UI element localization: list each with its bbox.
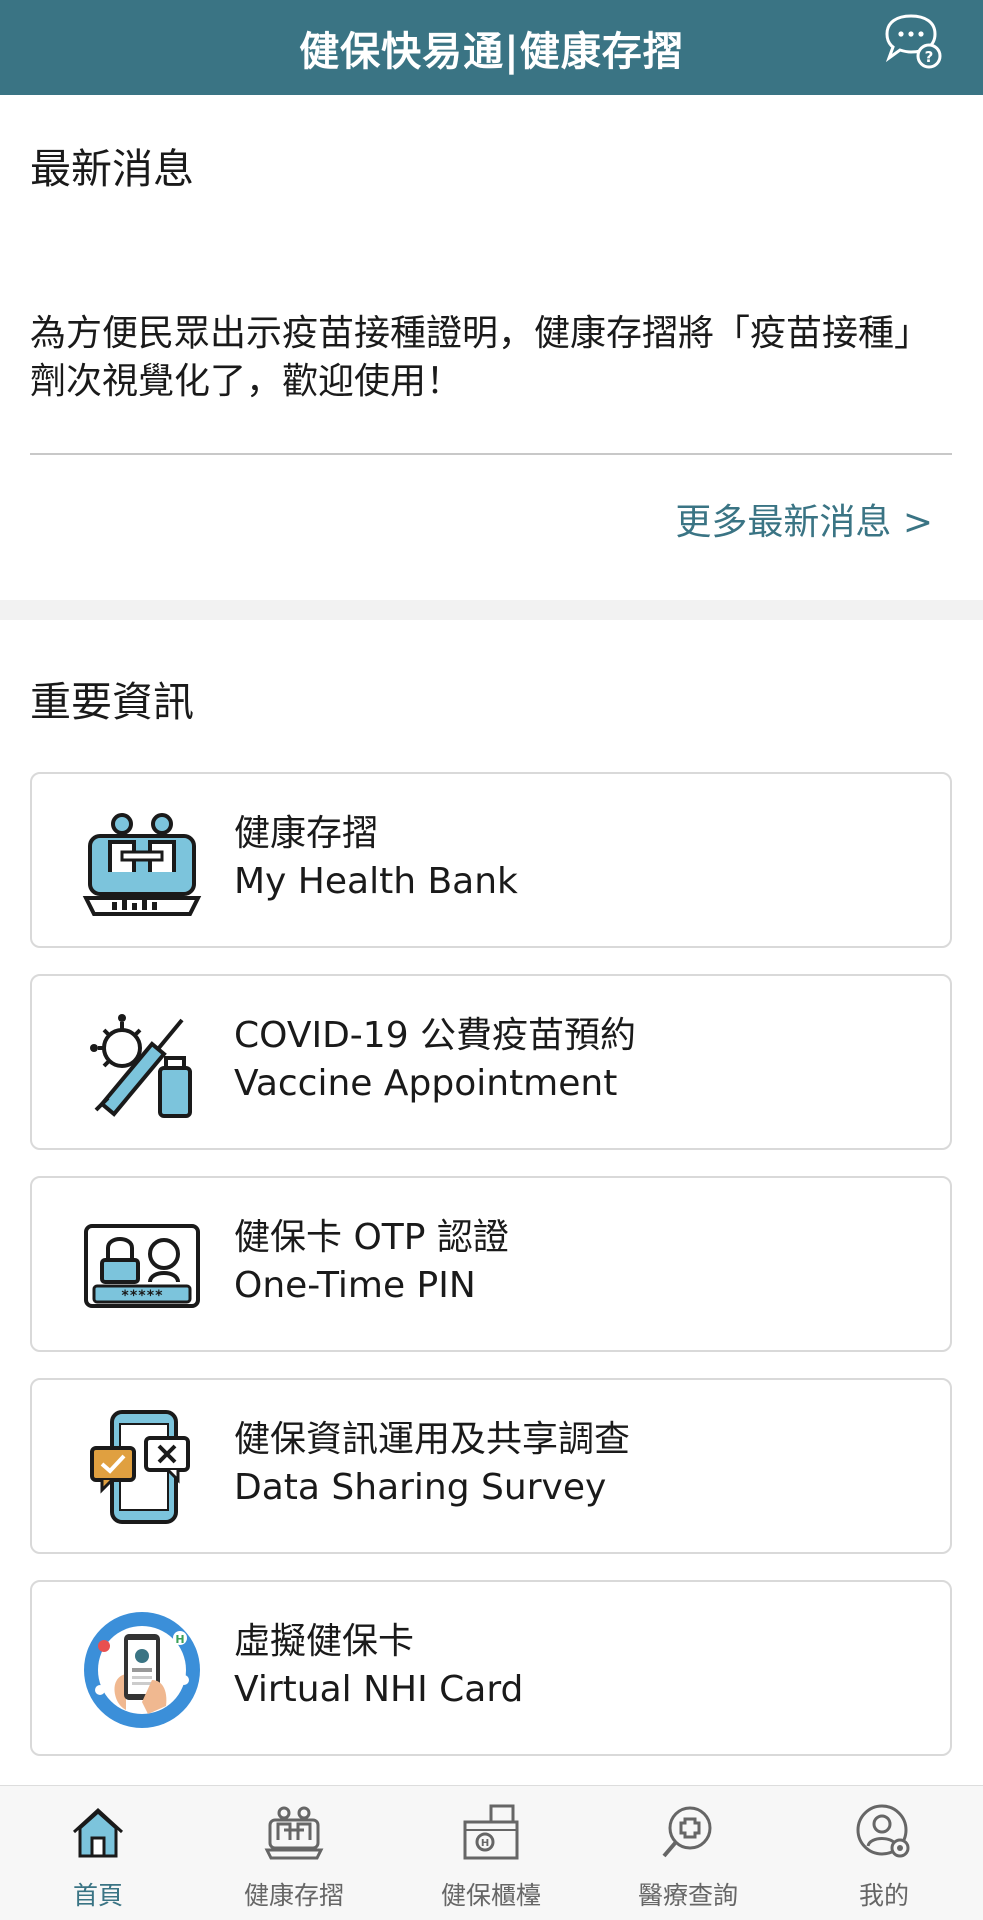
card-virtual-nhi-card[interactable]: H 虛擬健保卡 Virtual NHI Card (30, 1580, 952, 1756)
otp-lock-icon: ***** (82, 1206, 202, 1326)
counter-icon: H (461, 1802, 521, 1862)
news-section: 最新消息 為方便民眾出示疫苗接種證明，健康存摺將「疫苗接種」劑次視覺化了，歡迎使… (0, 95, 983, 600)
card-health-bank[interactable]: 健康存摺 My Health Bank (30, 772, 952, 948)
card-label: 健保卡 OTP 認證 (234, 1217, 509, 1258)
svg-text:?: ? (925, 48, 934, 66)
tab-label: 醫療查詢 (637, 1881, 738, 1910)
svg-text:H: H (481, 1838, 489, 1849)
app-header: 健保快易通|健康存摺 ? (0, 0, 983, 95)
news-item[interactable]: 為方便民眾出示疫苗接種證明，健康存摺將「疫苗接種」劑次視覺化了，歡迎使用！ (30, 310, 950, 406)
card-sublabel: Vaccine Appointment (234, 1063, 618, 1104)
chat-help-icon[interactable]: ? (881, 12, 945, 72)
health-bank-tab-icon (264, 1802, 324, 1862)
tab-health-bank[interactable]: 健康存摺 (196, 1786, 392, 1920)
health-bank-icon (82, 802, 202, 922)
vaccine-icon (82, 1004, 202, 1124)
profile-settings-icon (854, 1802, 914, 1862)
card-label: COVID-19 公費疫苗預約 (234, 1015, 637, 1056)
tab-nhi-counter[interactable]: H 健保櫃檯 (393, 1786, 589, 1920)
card-label: 健保資訊運用及共享調查 (234, 1419, 631, 1460)
app-title: 健保快易通|健康存摺 (299, 28, 684, 75)
tab-medical-search[interactable]: 醫療查詢 (590, 1786, 786, 1920)
bottom-tab-bar: 首頁 健康存摺 H 健保櫃檯 醫療查詢 我的 (0, 1785, 983, 1920)
card-sublabel: Virtual NHI Card (234, 1669, 524, 1710)
svg-text:*****: ***** (121, 1288, 163, 1304)
tab-label: 健康存摺 (243, 1881, 344, 1910)
virtual-card-icon: H (82, 1610, 202, 1730)
card-label: 虛擬健保卡 (234, 1621, 415, 1662)
tab-mine[interactable]: 我的 (786, 1786, 982, 1920)
medical-search-icon (658, 1802, 718, 1862)
tab-label: 健保櫃檯 (440, 1881, 541, 1910)
card-otp[interactable]: ***** 健保卡 OTP 認證 One-Time PIN (30, 1176, 952, 1352)
card-vaccine-appointment[interactable]: COVID-19 公費疫苗預約 Vaccine Appointment (30, 974, 952, 1150)
card-sublabel: My Health Bank (234, 861, 518, 902)
card-data-sharing-survey[interactable]: 健保資訊運用及共享調查 Data Sharing Survey (30, 1378, 952, 1554)
card-sublabel: Data Sharing Survey (234, 1467, 607, 1508)
tab-label: 我的 (858, 1881, 909, 1910)
survey-phone-icon (82, 1408, 202, 1528)
home-icon (68, 1802, 128, 1862)
news-title: 最新消息 (30, 145, 194, 193)
card-sublabel: One-Time PIN (234, 1265, 476, 1306)
card-label: 健康存摺 (234, 813, 379, 854)
more-news-link[interactable]: 更多最新消息 > (675, 493, 933, 545)
svg-text:H: H (175, 1633, 184, 1646)
info-title: 重要資訊 (30, 678, 194, 726)
tab-label: 首頁 (72, 1881, 123, 1910)
tab-home[interactable]: 首頁 (0, 1786, 196, 1920)
news-divider (30, 453, 952, 455)
important-info-section: 重要資訊 健康存摺 My Health Bank COVID-19 公費疫苗預約… (0, 620, 983, 1785)
